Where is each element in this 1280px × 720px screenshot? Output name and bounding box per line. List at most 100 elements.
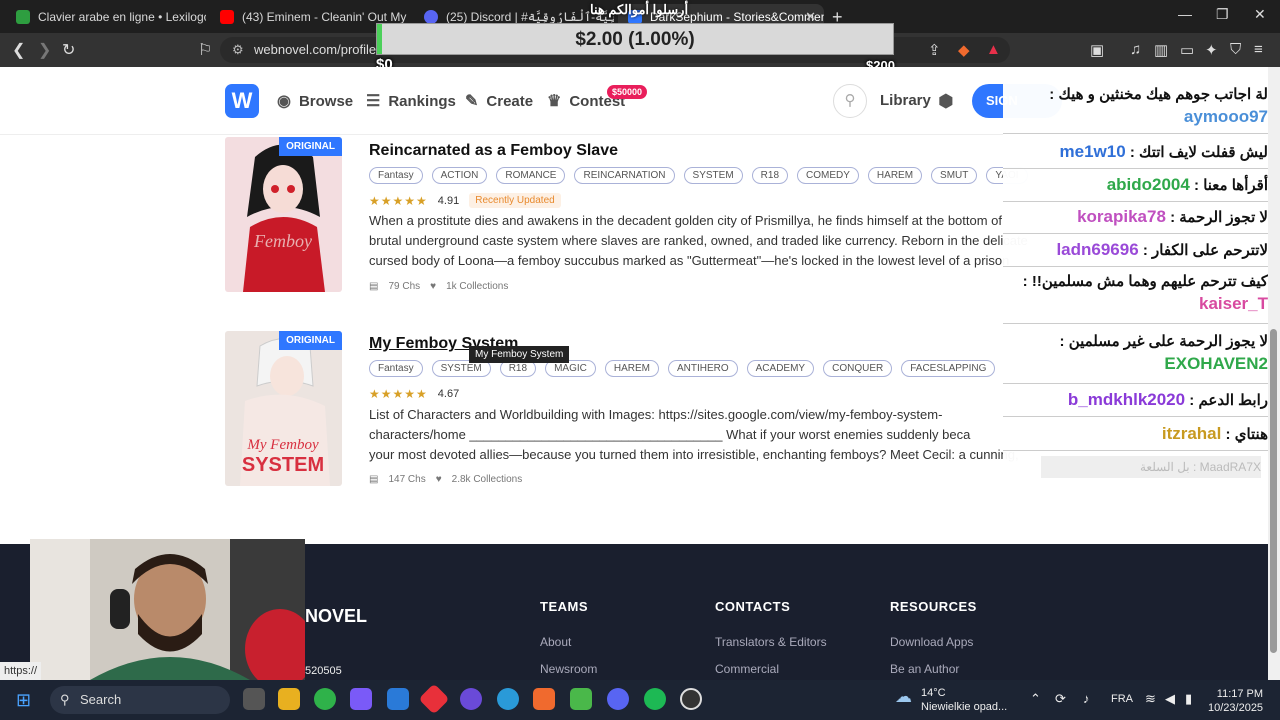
tag[interactable]: COMEDY [797, 167, 859, 184]
wallet-icon[interactable]: ▭ [1180, 41, 1194, 59]
chat-divider [1003, 383, 1268, 384]
window-close-button[interactable]: ✕ [1254, 6, 1266, 23]
maximize-button[interactable]: ❐ [1216, 6, 1229, 23]
status-url-text: https:// [4, 665, 38, 677]
app-diamond-icon[interactable] [418, 683, 450, 715]
media-icon[interactable]: ♫ [1130, 41, 1141, 58]
leo-ai-icon[interactable]: ✦ [1205, 41, 1218, 59]
sync-icon[interactable]: ⟳ [1055, 691, 1066, 707]
back-arrow-icon[interactable]: ❮ [12, 40, 25, 60]
reload-icon[interactable]: ↻ [62, 40, 75, 60]
chat-message: لا يجوز الرحمة على غير مسلمين : EXOHAVEN… [1059, 333, 1268, 373]
book-stats: ▤ 79 Chs ♥ 1k Collections [369, 281, 508, 292]
tag[interactable]: Fantasy [369, 167, 423, 184]
tag[interactable]: FACESLAPPING [901, 360, 996, 377]
twitch-icon[interactable] [460, 688, 482, 710]
system-clock[interactable]: 11:17 PM 10/23/2025 [1208, 687, 1263, 715]
search-button[interactable]: ⚲ [833, 84, 867, 118]
chevron-up-icon[interactable]: ⌃ [1030, 691, 1041, 707]
forward-arrow-icon[interactable]: ❯ [38, 40, 51, 60]
book-cover[interactable]: My Femboy SYSTEM ORIGINAL [225, 331, 342, 486]
rating-value: 4.91 [437, 194, 460, 207]
task-view-icon[interactable] [243, 688, 265, 710]
lexilogos-favicon-icon [16, 10, 30, 24]
site-info-icon[interactable]: ⚙ [232, 37, 244, 63]
tag[interactable]: Fantasy [369, 360, 423, 377]
app-plus-icon[interactable] [314, 688, 336, 710]
language-indicator[interactable]: FRA [1111, 693, 1133, 705]
chat-username: kaiser_T [1199, 294, 1268, 313]
tag[interactable]: ACTION [431, 167, 488, 184]
minimize-button[interactable]: — [1178, 6, 1192, 22]
chat-divider [1003, 323, 1268, 324]
screenshot-icon[interactable]: ▣ [1090, 41, 1104, 59]
collection-count: 2.8k Collections [451, 474, 523, 485]
tag[interactable]: ACADEMY [746, 360, 815, 377]
book-rating: ★★★★★ 4.91 Recently Updated [369, 193, 561, 208]
footer-heading: RESOURCES [890, 599, 977, 614]
app-green-icon[interactable] [570, 688, 592, 710]
taskbar-search[interactable]: ⚲ Search [50, 686, 230, 714]
tag[interactable]: SMUT [931, 167, 978, 184]
nav-rankings[interactable]: ☰ Rankings [366, 91, 456, 111]
tag[interactable]: ANTIHERO [667, 360, 738, 377]
tag[interactable]: R18 [751, 167, 789, 184]
pen-icon: ✎ [465, 93, 479, 110]
tag[interactable]: ROMANCE [496, 167, 566, 184]
ranking-icon: ☰ [366, 93, 381, 110]
tag[interactable]: HAREM [604, 360, 659, 377]
discord-icon[interactable] [607, 688, 629, 710]
footer-link[interactable]: Be an Author [890, 662, 959, 676]
book-title[interactable]: Reincarnated as a Femboy Slave [369, 142, 618, 160]
star-rating-icon: ★★★★★ [369, 387, 428, 401]
file-explorer-icon[interactable] [278, 688, 300, 710]
menu-icon[interactable]: ≡ [1254, 41, 1263, 58]
footer-link[interactable]: Translators & Editors [715, 635, 827, 649]
description-line: List of Characters and Worldbuilding wit… [369, 407, 943, 422]
spotify-icon[interactable] [644, 688, 666, 710]
tab-lexilogos[interactable]: Clavier arabe en ligne • Lexilogos [6, 4, 206, 30]
tag[interactable]: SYSTEM [683, 167, 743, 184]
chat-input[interactable]: MaadRA7X : بل السلعة [1041, 456, 1261, 478]
battery-icon[interactable]: ▮ [1185, 691, 1192, 707]
webcam-feed [30, 539, 305, 680]
brave-browser-icon[interactable] [533, 688, 555, 710]
webnovel-logo[interactable]: W [225, 84, 259, 118]
share-icon[interactable]: ⇪ [928, 41, 941, 59]
chat-username: itzrahal [1161, 424, 1222, 443]
page-scrollbar[interactable] [1268, 67, 1280, 680]
settings-icon[interactable]: ⬢ [938, 91, 954, 112]
tag[interactable]: REINCARNATION [574, 167, 675, 184]
footer-link[interactable]: About [540, 635, 571, 649]
footer-link[interactable]: Newsroom [540, 662, 597, 676]
footer-link[interactable]: Download Apps [890, 635, 973, 649]
library-link[interactable]: Library [880, 92, 931, 109]
volume-icon[interactable]: ◀ [1165, 691, 1175, 707]
rating-value: 4.67 [437, 388, 460, 400]
windows-start-icon[interactable]: ⊞ [16, 690, 31, 711]
bookmark-icon[interactable]: ⚐ [198, 40, 212, 60]
scrollbar-thumb[interactable] [1270, 329, 1277, 653]
search-label: Search [80, 692, 122, 707]
book-cover[interactable]: Femboy ORIGINAL [225, 137, 342, 292]
copilot-icon[interactable] [350, 688, 372, 710]
nav-browse[interactable]: ◉ Browse [277, 91, 353, 111]
weather-widget[interactable]: ☁ 14°C Niewielkie opad... [895, 686, 1007, 714]
brave-shield-icon[interactable]: ◆ [958, 41, 970, 59]
wifi-icon[interactable]: ≋ [1145, 691, 1156, 707]
chat-text: أقرأها معنا [1203, 177, 1268, 194]
chat-text: كيف تترحم عليهم وهما مش مسلمين!! [1031, 273, 1268, 290]
tag[interactable]: CONQUER [823, 360, 893, 377]
chat-divider [1003, 450, 1268, 451]
chat-text: رابط الدعم [1198, 392, 1268, 409]
microphone-icon[interactable]: ♪ [1083, 691, 1090, 706]
brave-rewards-icon[interactable]: ▲ [986, 41, 1001, 58]
tag[interactable]: HAREM [867, 167, 923, 184]
obs-icon[interactable] [680, 688, 702, 710]
sidebar-icon[interactable]: ▥ [1154, 41, 1168, 59]
store-icon[interactable] [387, 688, 409, 710]
app-blue-icon[interactable] [497, 688, 519, 710]
vpn-icon[interactable]: ⛉ [1230, 41, 1241, 58]
nav-create[interactable]: ✎ Create [465, 91, 533, 111]
footer-link[interactable]: Commercial [715, 662, 779, 676]
